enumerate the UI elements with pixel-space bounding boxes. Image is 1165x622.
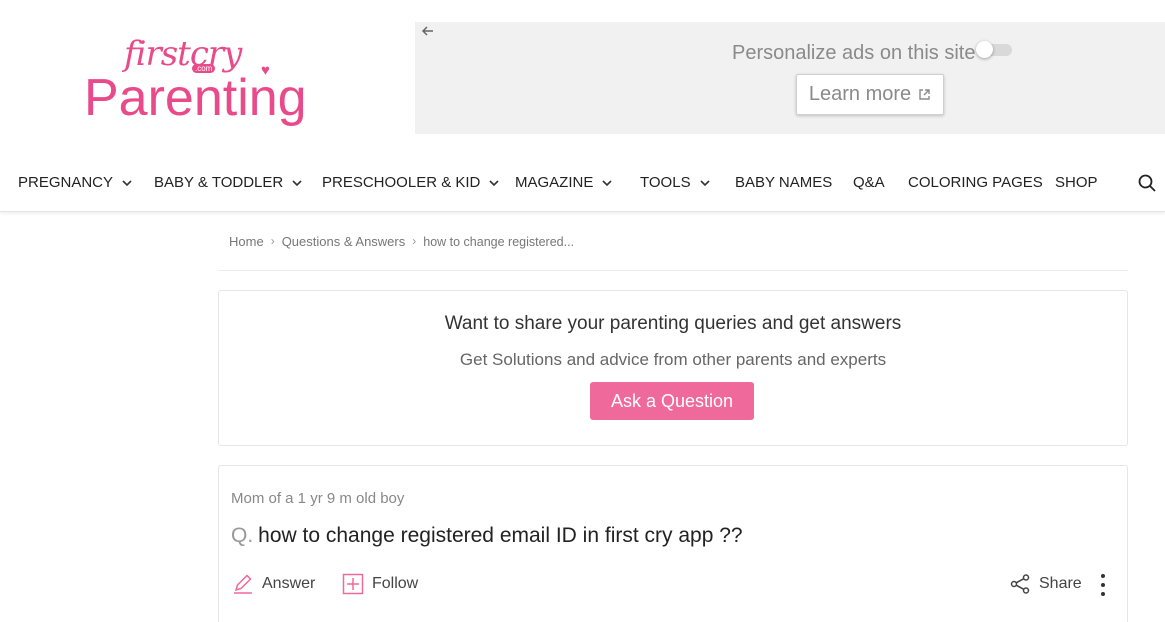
share-icon [1010,574,1030,594]
follow-button[interactable]: Follow [342,573,418,595]
learn-more-button[interactable]: Learn more [796,74,944,115]
plus-square-icon [342,573,364,595]
chevron-down-icon [700,179,710,186]
ask-card-subtitle: Get Solutions and advice from other pare… [459,350,887,369]
search-icon[interactable] [1137,173,1157,193]
nav-item-magazine[interactable]: MAGAZINE [515,174,612,191]
question-title[interactable]: Q. how to change registered email ID in f… [231,524,743,548]
breadcrumb-current: how to change registered... [423,235,575,249]
nav-item-label: TOOLS [640,174,691,191]
follow-label: Follow [372,575,419,592]
nav-item-label: PREGNANCY [18,174,114,191]
ad-banner: Personalize ads on this site Learn more [415,22,1165,134]
chevron-right-icon: › [270,234,275,248]
heart-icon: ♥ [261,62,270,79]
breadcrumb: Home › Questions & Answers › how to chan… [229,233,575,250]
breadcrumb-home[interactable]: Home [229,234,264,249]
question-text: how to change registered email ID in fir… [258,524,743,547]
main-nav: PREGNANCY BABY & TODDLER PRESCHOOLER & K… [0,158,1165,212]
ask-question-card: Want to share your parenting queries and… [218,290,1128,446]
site-logo[interactable]: firstcry .com Parenting ♥ [84,34,344,127]
question-card: Mom of a 1 yr 9 m old boy Q. how to chang… [218,465,1128,622]
pencil-icon [234,574,252,594]
question-author-meta: Mom of a 1 yr 9 m old boy [231,490,405,507]
nav-item-label: COLORING PAGES [908,174,1043,191]
nav-item-coloring-pages[interactable]: COLORING PAGES [908,174,1043,191]
chevron-down-icon [602,179,612,186]
chevron-down-icon [122,179,132,186]
ask-question-button[interactable]: Ask a Question [590,382,754,420]
question-prefix: Q. [231,524,254,547]
nav-item-label: Q&A [853,174,885,191]
learn-more-label: Learn more [808,83,912,105]
nav-item-label: PRESCHOOLER & KID [322,174,481,191]
personalize-ads-label: Personalize ads on this site [732,42,976,64]
nav-item-label: BABY & TODDLER [154,174,284,191]
logo-parenting-text: Parenting [84,69,307,127]
more-vertical-icon[interactable] [1099,573,1107,597]
nav-item-label: MAGAZINE [515,174,594,191]
nav-item-preschooler-kid[interactable]: PRESCHOOLER & KID [322,174,499,191]
chevron-right-icon: › [412,234,417,248]
share-button[interactable]: Share [1009,573,1082,595]
chevron-down-icon [292,179,302,186]
nav-item-qa[interactable]: Q&A [853,174,885,191]
nav-item-label: SHOP [1055,174,1098,191]
nav-item-baby-names[interactable]: BABY NAMES [735,174,832,191]
answer-button[interactable]: Answer [232,573,315,595]
ask-card-title: Want to share your parenting queries and… [444,313,902,334]
answer-label: Answer [262,575,316,592]
nav-item-tools[interactable]: TOOLS [640,174,710,191]
personalize-ads-toggle[interactable] [976,41,1012,58]
external-link-icon [919,89,930,100]
share-label: Share [1039,575,1082,592]
divider [218,270,1128,271]
nav-item-shop[interactable]: SHOP [1055,174,1098,191]
nav-item-baby-toddler[interactable]: BABY & TODDLER [154,174,302,191]
back-arrow-icon[interactable] [421,24,435,43]
nav-item-pregnancy[interactable]: PREGNANCY [18,174,132,191]
nav-item-label: BABY NAMES [735,174,833,191]
breadcrumb-questions-answers[interactable]: Questions & Answers [282,234,406,249]
chevron-down-icon [489,179,499,186]
